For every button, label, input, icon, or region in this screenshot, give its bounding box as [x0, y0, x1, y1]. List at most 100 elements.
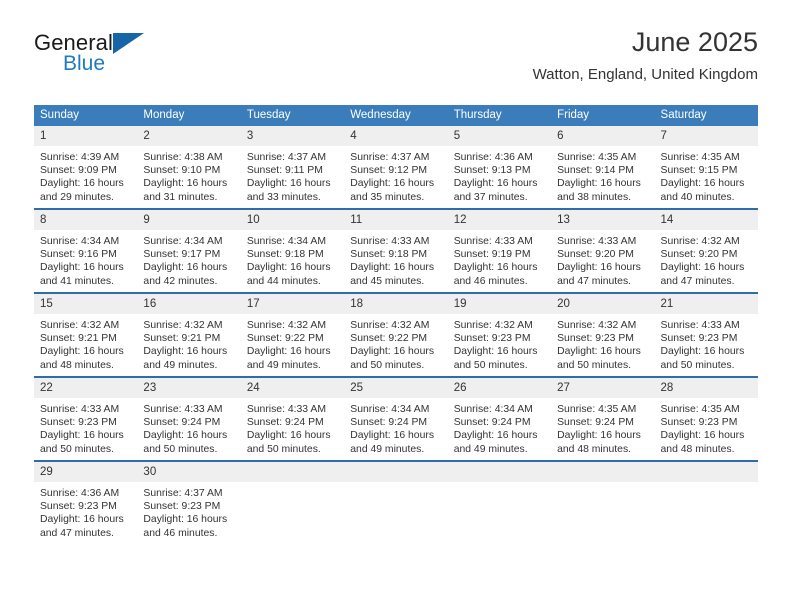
page-title: June 2025: [631, 27, 758, 57]
day-number: 25: [344, 378, 448, 398]
sunrise-text: Sunrise: 4:33 AM: [246, 404, 326, 415]
sunset-text: Sunset: 9:22 PM: [246, 333, 324, 345]
sunrise-text: Sunrise: 4:32 AM: [143, 320, 223, 331]
day-cell[interactable]: 26 Sunrise: 4:34 AM Sunset: 9:24 PM Dayl…: [447, 376, 552, 461]
sunrise-text: Sunrise: 4:35 AM: [557, 404, 637, 415]
daylight-text-line2: and 50 minutes.: [453, 359, 528, 371]
page-header: General Blue June 2025 Watton, England, …: [34, 26, 758, 96]
day-cell[interactable]: 2 Sunrise: 4:38 AM Sunset: 9:10 PM Dayli…: [137, 126, 241, 209]
day-cell[interactable]: 21 Sunrise: 4:33 AM Sunset: 9:23 PM Dayl…: [654, 292, 758, 377]
daylight-text-line1: Daylight: 16 hours: [660, 430, 745, 442]
daylight-text-line1: Daylight: 16 hours: [40, 262, 124, 274]
page-subtitle: Watton, England, United Kingdom: [532, 66, 758, 83]
day-details: Sunrise: 4:37 AM Sunset: 9:11 PM Dayligh…: [241, 146, 344, 208]
daylight-text-line2: and 31 minutes.: [143, 191, 218, 203]
day-details: Sunrise: 4:33 AM Sunset: 9:24 PM Dayligh…: [241, 398, 344, 460]
day-cell[interactable]: 22 Sunrise: 4:33 AM Sunset: 9:23 PM Dayl…: [34, 376, 138, 461]
daylight-text-line1: Daylight: 16 hours: [40, 430, 124, 442]
sunrise-text: Sunrise: 4:34 AM: [143, 236, 223, 247]
daylight-text-line1: Daylight: 16 hours: [40, 346, 124, 358]
day-details: Sunrise: 4:34 AM Sunset: 9:24 PM Dayligh…: [448, 398, 551, 460]
daylight-text-line2: and 50 minutes.: [660, 359, 735, 371]
sunset-text: Sunset: 9:13 PM: [453, 165, 531, 177]
day-cell[interactable]: 30 Sunrise: 4:37 AM Sunset: 9:23 PM Dayl…: [137, 460, 241, 544]
sunset-text: Sunset: 9:23 PM: [40, 501, 117, 513]
calendar-body: 1 Sunrise: 4:39 AM Sunset: 9:09 PM Dayli…: [34, 126, 758, 544]
day-cell[interactable]: 8 Sunrise: 4:34 AM Sunset: 9:16 PM Dayli…: [34, 208, 138, 293]
day-number: [344, 462, 448, 482]
sunset-text: Sunset: 9:24 PM: [350, 417, 428, 429]
weekday-header-saturday: Saturday: [654, 105, 758, 126]
day-cell[interactable]: 15 Sunrise: 4:32 AM Sunset: 9:21 PM Dayl…: [34, 292, 138, 377]
day-details: Sunrise: 4:36 AM Sunset: 9:23 PM Dayligh…: [34, 482, 137, 544]
day-details: Sunrise: 4:32 AM Sunset: 9:20 PM Dayligh…: [655, 230, 758, 292]
day-number: [654, 462, 758, 482]
weekday-header-monday: Monday: [137, 105, 241, 126]
day-cell[interactable]: 29 Sunrise: 4:36 AM Sunset: 9:23 PM Dayl…: [34, 460, 138, 544]
day-number: 18: [344, 294, 448, 314]
day-cell[interactable]: 16 Sunrise: 4:32 AM Sunset: 9:21 PM Dayl…: [137, 292, 241, 377]
day-number: 26: [447, 378, 552, 398]
day-cell[interactable]: 9 Sunrise: 4:34 AM Sunset: 9:17 PM Dayli…: [137, 208, 241, 293]
sunrise-text: Sunrise: 4:32 AM: [246, 320, 326, 331]
day-cell-empty: [240, 460, 345, 544]
sunrise-text: Sunrise: 4:36 AM: [453, 152, 533, 163]
day-details: Sunrise: 4:32 AM Sunset: 9:23 PM Dayligh…: [551, 314, 654, 376]
day-cell[interactable]: 3 Sunrise: 4:37 AM Sunset: 9:11 PM Dayli…: [240, 126, 345, 209]
day-cell[interactable]: 20 Sunrise: 4:32 AM Sunset: 9:23 PM Dayl…: [551, 292, 655, 377]
day-cell[interactable]: 10 Sunrise: 4:34 AM Sunset: 9:18 PM Dayl…: [240, 208, 345, 293]
daylight-text-line2: and 49 minutes.: [143, 359, 218, 371]
day-details: Sunrise: 4:35 AM Sunset: 9:23 PM Dayligh…: [655, 398, 758, 460]
day-details: [448, 482, 551, 544]
daylight-text-line2: and 47 minutes.: [40, 527, 114, 539]
day-number: 30: [137, 462, 241, 482]
day-cell[interactable]: 19 Sunrise: 4:32 AM Sunset: 9:23 PM Dayl…: [447, 292, 552, 377]
sunset-text: Sunset: 9:22 PM: [350, 333, 428, 345]
day-cell[interactable]: 1 Sunrise: 4:39 AM Sunset: 9:09 PM Dayli…: [34, 126, 138, 209]
day-number: [447, 462, 552, 482]
day-number: 5: [447, 126, 552, 146]
sunrise-text: Sunrise: 4:33 AM: [453, 236, 533, 247]
daylight-text-line2: and 47 minutes.: [660, 275, 735, 287]
day-cell[interactable]: 11 Sunrise: 4:33 AM Sunset: 9:18 PM Dayl…: [344, 208, 448, 293]
sunset-text: Sunset: 9:18 PM: [350, 249, 428, 261]
day-cell[interactable]: 5 Sunrise: 4:36 AM Sunset: 9:13 PM Dayli…: [447, 126, 552, 209]
day-cell[interactable]: 24 Sunrise: 4:33 AM Sunset: 9:24 PM Dayl…: [240, 376, 345, 461]
day-cell[interactable]: 27 Sunrise: 4:35 AM Sunset: 9:24 PM Dayl…: [551, 376, 655, 461]
day-cell[interactable]: 12 Sunrise: 4:33 AM Sunset: 9:19 PM Dayl…: [447, 208, 552, 293]
sunset-text: Sunset: 9:23 PM: [143, 501, 221, 513]
sunrise-text: Sunrise: 4:34 AM: [453, 404, 533, 415]
daylight-text-line2: and 48 minutes.: [40, 359, 114, 371]
day-cell[interactable]: 14 Sunrise: 4:32 AM Sunset: 9:20 PM Dayl…: [654, 208, 758, 293]
daylight-text-line1: Daylight: 16 hours: [350, 430, 435, 442]
day-cell[interactable]: 18 Sunrise: 4:32 AM Sunset: 9:22 PM Dayl…: [344, 292, 448, 377]
day-details: Sunrise: 4:35 AM Sunset: 9:24 PM Dayligh…: [551, 398, 654, 460]
sunrise-text: Sunrise: 4:32 AM: [660, 236, 740, 247]
day-cell[interactable]: 7 Sunrise: 4:35 AM Sunset: 9:15 PM Dayli…: [654, 126, 758, 209]
day-cell[interactable]: 28 Sunrise: 4:35 AM Sunset: 9:23 PM Dayl…: [654, 376, 758, 461]
daylight-text-line2: and 50 minutes.: [557, 359, 632, 371]
day-cell[interactable]: 6 Sunrise: 4:35 AM Sunset: 9:14 PM Dayli…: [551, 126, 655, 209]
day-details: [551, 482, 654, 544]
calendar-week-row: 22 Sunrise: 4:33 AM Sunset: 9:23 PM Dayl…: [34, 376, 758, 461]
day-number: 13: [551, 210, 655, 230]
day-cell[interactable]: 4 Sunrise: 4:37 AM Sunset: 9:12 PM Dayli…: [344, 126, 448, 209]
calendar-page: General Blue June 2025 Watton, England, …: [0, 0, 792, 612]
daylight-text-line2: and 35 minutes.: [350, 191, 425, 203]
day-cell[interactable]: 23 Sunrise: 4:33 AM Sunset: 9:24 PM Dayl…: [137, 376, 241, 461]
day-number: 9: [137, 210, 241, 230]
day-cell[interactable]: 17 Sunrise: 4:32 AM Sunset: 9:22 PM Dayl…: [240, 292, 345, 377]
day-cell[interactable]: 25 Sunrise: 4:34 AM Sunset: 9:24 PM Dayl…: [344, 376, 448, 461]
daylight-text-line1: Daylight: 16 hours: [557, 346, 641, 358]
daylight-text-line1: Daylight: 16 hours: [143, 514, 228, 526]
sunset-text: Sunset: 9:24 PM: [557, 417, 634, 429]
daylight-text-line2: and 38 minutes.: [557, 191, 632, 203]
daylight-text-line1: Daylight: 16 hours: [660, 178, 745, 190]
daylight-text-line1: Daylight: 16 hours: [246, 262, 331, 274]
daylight-text-line2: and 50 minutes.: [40, 443, 114, 455]
day-cell[interactable]: 13 Sunrise: 4:33 AM Sunset: 9:20 PM Dayl…: [551, 208, 655, 293]
day-details: [344, 482, 447, 544]
calendar-header-row-group: Sunday Monday Tuesday Wednesday Thursday…: [34, 105, 758, 126]
sunset-text: Sunset: 9:24 PM: [143, 417, 221, 429]
weekday-header-tuesday: Tuesday: [240, 105, 345, 126]
